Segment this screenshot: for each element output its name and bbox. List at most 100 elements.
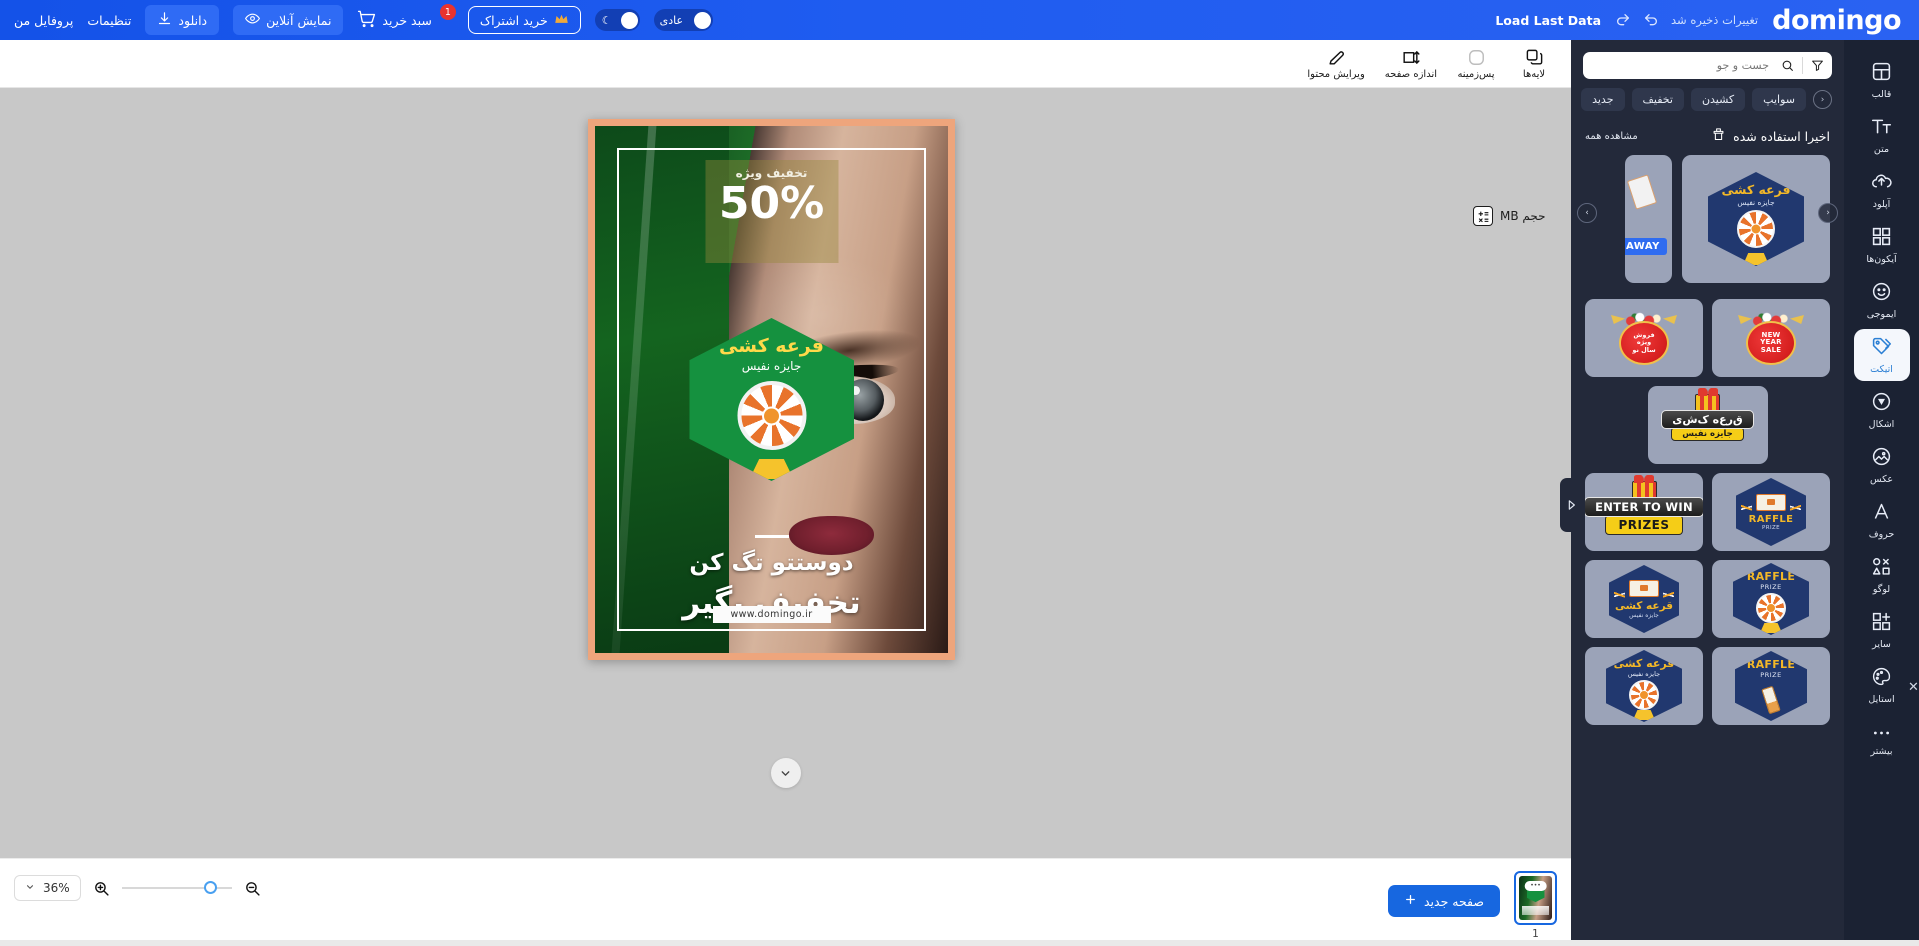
undo-icon[interactable]	[1643, 12, 1659, 28]
page-thumbnail-text	[1522, 906, 1549, 915]
rail-item-image-label: عکس	[1869, 473, 1894, 485]
rail-item-text[interactable]: متن	[1854, 109, 1910, 161]
online-preview-button[interactable]: نمایش آنلاین	[233, 5, 344, 35]
rail-item-template[interactable]: قالب	[1854, 54, 1910, 106]
search-bar[interactable]	[1583, 52, 1832, 79]
new-page-button[interactable]: صفحه جدید	[1387, 885, 1500, 917]
sticker-enter-to-win-prizes[interactable]: ENTER TO WIN PRIZES	[1585, 473, 1703, 551]
rail-item-style[interactable]: استایل	[1854, 659, 1910, 711]
filter-icon[interactable]	[1803, 59, 1832, 72]
sticker-raffle-prize-hand-en[interactable]: RAFFLE PRIZE	[1712, 647, 1830, 725]
toolbar-item-page-size[interactable]: اندازه صفحه	[1375, 46, 1447, 82]
rail-item-logo-label: لوگو	[1872, 583, 1891, 595]
rail-item-logo[interactable]: لوگو	[1854, 549, 1910, 601]
rail-item-more[interactable]: بیشتر	[1854, 714, 1910, 766]
file-size-badge[interactable]: حجم MB	[1473, 206, 1546, 226]
raffle-badge-title: قرعه کشی	[719, 335, 824, 357]
zoom-out-icon[interactable]	[244, 880, 261, 897]
sticker-new-year-sale-en[interactable]: NEW YEAR SALE	[1712, 299, 1830, 377]
recent-section-header: اخیرا استفاده شده مشاهده همه	[1571, 111, 1844, 145]
rail-item-upload[interactable]: آپلود	[1854, 164, 1910, 216]
sticker-title: قرعه کشی	[1613, 657, 1675, 670]
search-icon[interactable]	[1773, 59, 1802, 72]
app-logo[interactable]: domingo	[1772, 5, 1901, 36]
spark-left	[1741, 502, 1752, 514]
rail-item-image[interactable]: عکس	[1854, 439, 1910, 491]
chip-drag[interactable]: کشیدن	[1690, 88, 1746, 111]
undo-redo-group	[1615, 12, 1659, 28]
recent-sticker-away[interactable]: AWAY	[1625, 155, 1672, 283]
poster-canvas[interactable]: تخفیف ویژه 50% قرعه کشی جایزه نفیس دوستت…	[588, 119, 955, 660]
new-page-label: صفحه جدید	[1423, 893, 1484, 909]
chips-prev-icon[interactable]: ‹	[1813, 90, 1832, 109]
ny-sale-fa-circle: فروش ویژه سال نو	[1619, 321, 1669, 365]
mode-toggle[interactable]: عادی	[653, 9, 714, 31]
scroll-down-button[interactable]	[770, 758, 801, 788]
page-thumbnail[interactable]: •••	[1514, 871, 1557, 925]
rail-item-emoji-label: ایموجی	[1866, 308, 1897, 320]
zoom-slider-knob[interactable]	[203, 881, 217, 894]
close-icon[interactable]: ✕	[1908, 680, 1919, 695]
save-status-text: تغییرات ذخیره شد	[1671, 13, 1759, 27]
rail-item-emoji[interactable]: ایموجی	[1854, 274, 1910, 326]
rail-item-sticker[interactable]: اتیکت	[1853, 329, 1910, 381]
sticker-raffle-ticket-hex-fa[interactable]: قرعه کشی جایزه نفیس	[1585, 560, 1703, 638]
recent-sticker-raffle[interactable]: قرعه کشی جایزه نفیس	[1682, 155, 1830, 283]
headline-line-1[interactable]: دوستتو تگ کن	[595, 550, 948, 576]
page-thumbnail-menu-icon[interactable]: •••	[1524, 881, 1547, 892]
chip-discount[interactable]: تخفیف	[1631, 88, 1684, 111]
profile-link[interactable]: پروفایل من	[14, 13, 73, 28]
spark-right	[1790, 502, 1801, 514]
buy-subscription-label: خرید اشتراک	[479, 12, 548, 28]
canvas-area[interactable]: حجم MB تخفیف ویژه 50% قرعه کشی جایزه نفی…	[0, 88, 1571, 858]
toolbar-item-background-label: پس‌زمینه	[1457, 68, 1495, 80]
zoom-in-icon[interactable]	[93, 880, 110, 897]
gift-plate-graphic: ق‌ر‌ع‌ه ک‌ش‌ی جایزه نفیس	[1661, 388, 1754, 456]
page-thumbnail-preview: •••	[1519, 876, 1552, 920]
rail-item-icons[interactable]: آیکون‌ها	[1854, 219, 1910, 271]
rail-item-template-label: قالب	[1871, 88, 1892, 100]
load-last-data-button[interactable]: Load Last Data	[1495, 13, 1601, 28]
sticker-subtitle: PRIZES	[1605, 515, 1683, 535]
sticker-raffle-prize-hex-en[interactable]: RAFFLE PRIZE	[1712, 473, 1830, 551]
zoom-slider[interactable]	[121, 881, 232, 894]
dark-mode-toggle[interactable]: ☾	[594, 9, 640, 31]
sticker-raffle-prize-wheel-en[interactable]: RAFFLE PRIZE	[1712, 560, 1830, 638]
letter-icon	[1871, 501, 1892, 526]
chip-swipe[interactable]: سوایپ	[1752, 88, 1806, 111]
poster-content: تخفیف ویژه 50% قرعه کشی جایزه نفیس دوستت…	[595, 126, 948, 653]
search-input[interactable]	[1583, 59, 1773, 72]
cart-button[interactable]: 1 سبد خرید	[357, 4, 456, 31]
rail-item-letters[interactable]: حروف	[1854, 494, 1910, 546]
download-button[interactable]: دانلود	[145, 5, 220, 35]
poster-website[interactable]: www.domingo.ir	[712, 606, 831, 623]
ny-sale-graphic: NEW YEAR SALE	[1738, 307, 1802, 369]
sticker-gift-raffle-plate[interactable]: ق‌ر‌ع‌ه ک‌ش‌ی جایزه نفیس	[1647, 386, 1768, 464]
recent-prev-icon[interactable]: ›	[1577, 203, 1597, 223]
hex-raffle-sticker: قرعه کشی جایزه نفیس	[1708, 172, 1804, 266]
recent-next-icon[interactable]: ‹	[1818, 203, 1838, 223]
download-label: دانلود	[178, 12, 208, 28]
toolbar-item-layers[interactable]: لایه‌ها	[1505, 46, 1563, 82]
sticker-new-year-sale-fa[interactable]: فروش ویژه سال نو	[1585, 299, 1703, 377]
rail-item-other[interactable]: سایر	[1854, 604, 1910, 656]
hex-wheel-fa-graphic: قرعه کشی جایزه نفیس	[1606, 650, 1682, 722]
settings-link[interactable]: تنظیمات	[87, 13, 131, 28]
topbar-right-group: عادی ☾ خرید اشتراک 1 سبد خرید نمایش آنلا…	[0, 4, 714, 35]
buy-subscription-button[interactable]: خرید اشتراک	[467, 6, 581, 34]
toolbar-item-background[interactable]: پس‌زمینه	[1447, 46, 1505, 82]
pages-controls: ••• 1 صفحه جدید	[1387, 871, 1557, 940]
zoom-level-select[interactable]: 36%	[14, 875, 81, 901]
redo-icon[interactable]	[1615, 12, 1631, 28]
zoom-level-value: 36%	[43, 881, 70, 895]
sticker-raffle-wheel-hex-fa[interactable]: قرعه کشی جایزه نفیس	[1585, 647, 1703, 725]
chip-new[interactable]: جدید	[1581, 88, 1625, 111]
discount-block[interactable]: تخفیف ویژه 50%	[705, 160, 838, 263]
view-all-link[interactable]: مشاهده همه	[1585, 131, 1638, 142]
toolbar-item-edit-content[interactable]: ویرایش محتوا	[1297, 46, 1374, 82]
layers-icon	[1525, 48, 1544, 67]
rail-item-shapes[interactable]: اشکال	[1854, 384, 1910, 436]
sticker-title: RAFFLE	[1746, 570, 1796, 583]
panel-collapse-handle[interactable]	[1560, 478, 1582, 532]
calculator-icon	[1473, 206, 1493, 226]
